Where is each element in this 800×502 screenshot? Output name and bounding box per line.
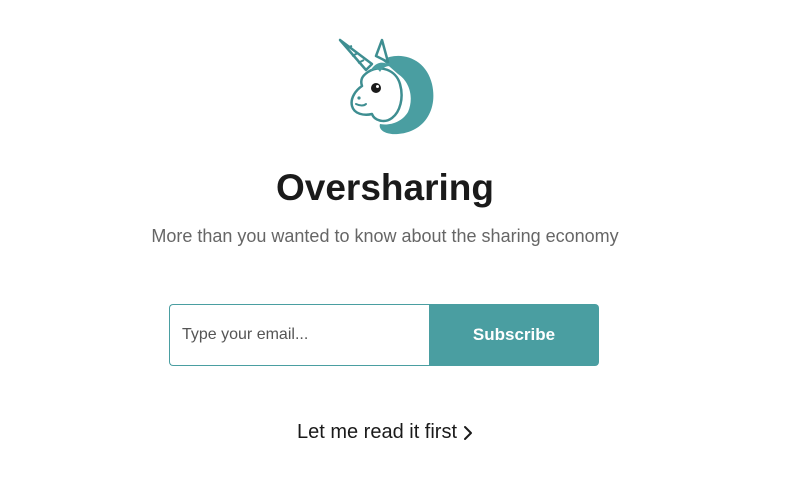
read-first-label: Let me read it first [296, 421, 458, 443]
read-first-link[interactable]: Let me read it first [0, 419, 770, 445]
page-title: Oversharing [276, 167, 494, 208]
landing-page: Oversharing More than you wanted to know… [0, 0, 800, 502]
chevron-right-icon [464, 425, 473, 440]
email-input[interactable] [169, 304, 429, 366]
unicorn-icon [338, 38, 434, 135]
subscribe-button[interactable]: Subscribe [429, 304, 599, 366]
page-subtitle: More than you wanted to know about the s… [151, 226, 619, 246]
subscribe-form: Subscribe [169, 304, 599, 366]
